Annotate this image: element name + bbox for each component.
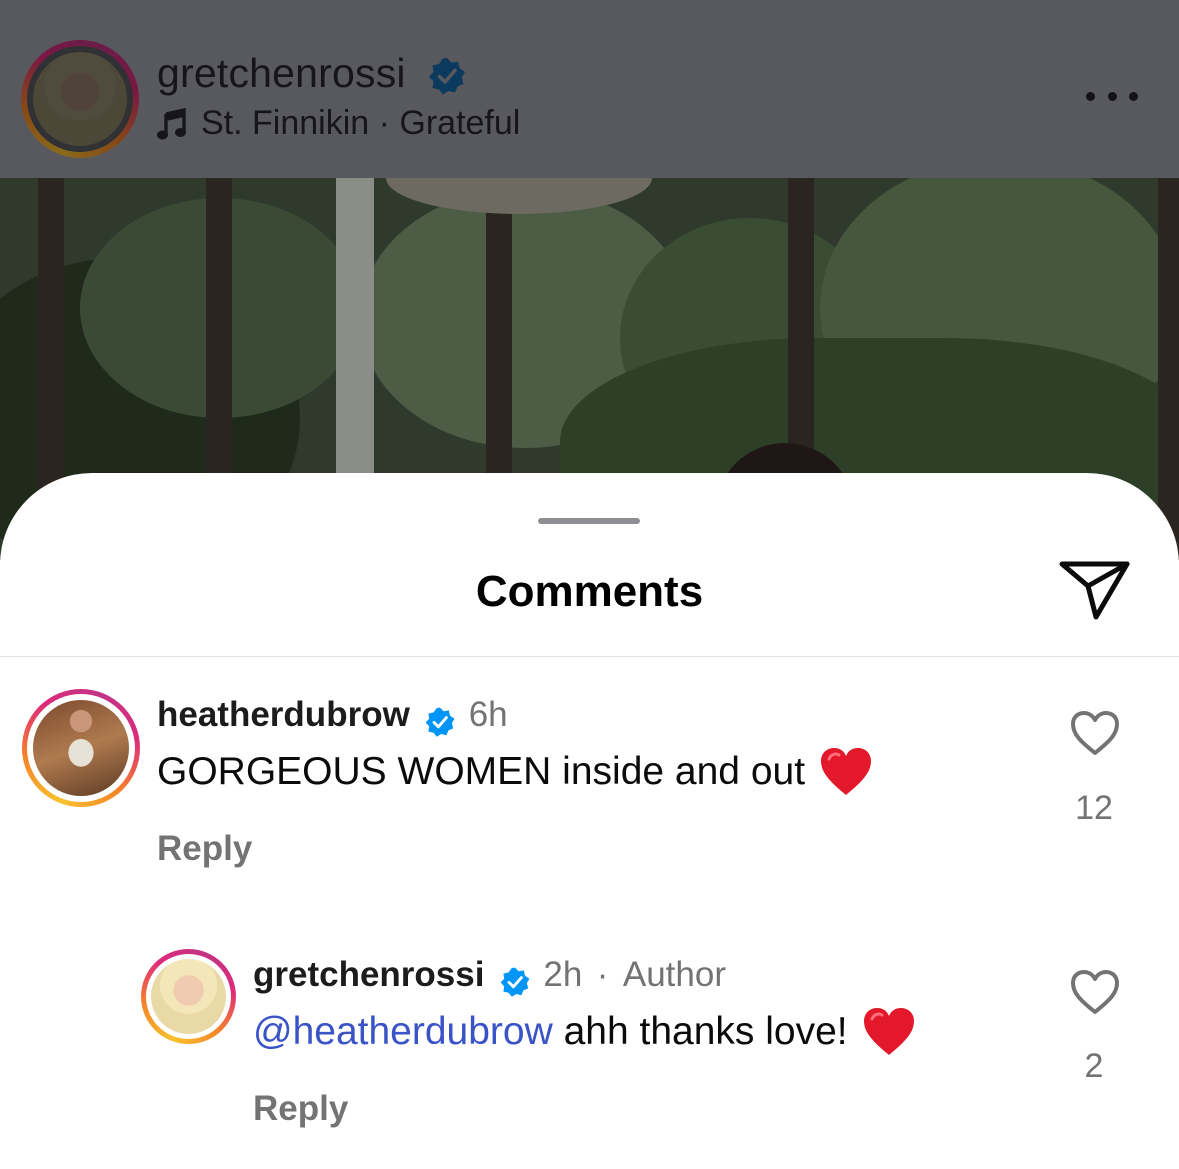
reply-button[interactable]: Reply	[253, 1089, 348, 1129]
post-song-row[interactable]: St. Finnikin · Grateful	[157, 104, 520, 143]
sheet-divider	[0, 656, 1179, 657]
post-username-row[interactable]: gretchenrossi	[157, 50, 467, 97]
sheet-grabber[interactable]	[538, 518, 640, 524]
like-heart-icon[interactable]	[1070, 969, 1120, 1015]
more-options-icon[interactable]	[1086, 84, 1138, 108]
comment-reply-item: gretchenrossi 2h · Author @heatherdubrow…	[0, 945, 1179, 1145]
comment-username[interactable]: heatherdubrow	[157, 695, 410, 734]
author-badge: Author	[622, 955, 726, 994]
reply-button[interactable]: Reply	[157, 829, 252, 869]
comment-text: ahh thanks love!	[552, 1010, 848, 1053]
comments-sheet: Comments heatherdubrow 6h GORGEOUS WOMEN…	[0, 473, 1179, 1169]
music-note-icon	[157, 107, 186, 139]
comment-text-row: GORGEOUS WOMEN inside and out	[157, 747, 873, 797]
post-header: gretchenrossi St. Finnikin · Grateful	[0, 0, 1179, 178]
avatar[interactable]	[141, 949, 236, 1044]
comment-text-row: @heatherdubrow ahh thanks love!	[253, 1007, 916, 1057]
comment-meta: heatherdubrow 6h	[157, 695, 508, 738]
comment-time: 2h	[543, 955, 583, 994]
avatar[interactable]	[22, 689, 140, 807]
red-heart-emoji	[863, 1008, 914, 1055]
post-username[interactable]: gretchenrossi	[157, 50, 406, 96]
like-heart-icon[interactable]	[1070, 710, 1120, 756]
verified-badge-icon	[425, 707, 455, 737]
send-icon[interactable]	[1058, 559, 1132, 623]
like-count: 2	[1084, 1047, 1104, 1085]
sheet-title: Comments	[475, 567, 704, 616]
separator-dot: ·	[596, 955, 609, 994]
red-heart-emoji	[821, 748, 872, 795]
comment-meta: gretchenrossi 2h · Author	[253, 955, 726, 998]
verified-badge-icon	[429, 58, 466, 95]
post-song-label: St. Finnikin · Grateful	[201, 104, 521, 142]
comment-item: heatherdubrow 6h GORGEOUS WOMEN inside a…	[0, 683, 1179, 883]
comment-time: 6h	[468, 695, 508, 734]
like-count: 12	[1075, 789, 1113, 827]
verified-badge-icon	[500, 967, 530, 997]
post-avatar[interactable]	[21, 40, 139, 158]
comment-text: GORGEOUS WOMEN inside and out	[157, 750, 806, 793]
mention-link[interactable]: @heatherdubrow	[253, 1010, 553, 1054]
comment-username[interactable]: gretchenrossi	[253, 955, 484, 994]
